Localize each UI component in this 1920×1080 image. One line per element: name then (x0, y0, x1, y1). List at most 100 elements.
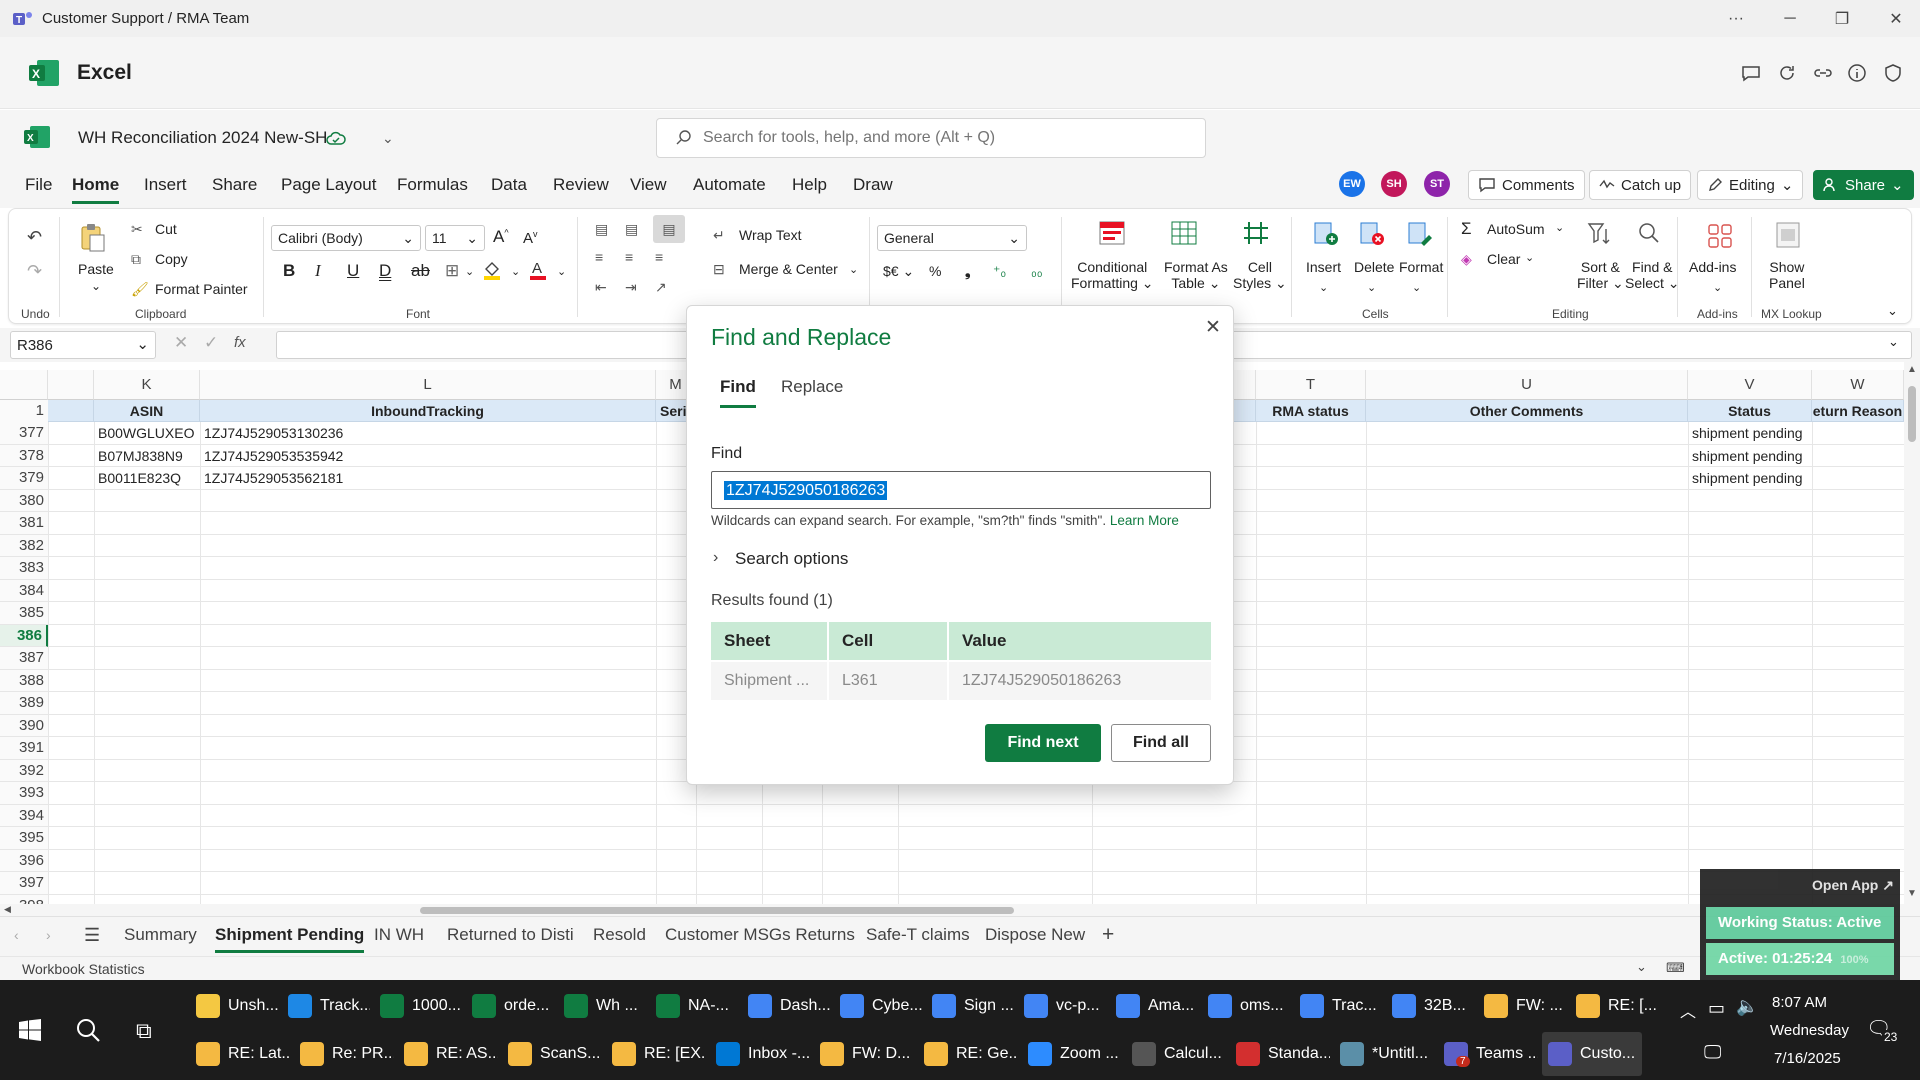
chevron-right-icon[interactable]: › (713, 549, 718, 567)
chevron-down-icon[interactable]: ⌄ (91, 279, 101, 293)
conditional-formatting-button[interactable]: Conditional Formatting ⌄ (1071, 259, 1154, 292)
cancel-icon[interactable]: ✕ (174, 333, 188, 353)
search-box[interactable] (656, 118, 1206, 158)
more-options-icon[interactable]: ··· (1714, 0, 1758, 37)
all-sheets-menu-icon[interactable]: ☰ (84, 925, 100, 946)
sheet-tab-resold[interactable]: Resold (593, 925, 646, 950)
chat-icon[interactable] (1740, 62, 1764, 86)
decrease-indent-icon[interactable]: ⇤ (595, 279, 607, 296)
strikethrough-icon[interactable]: ab (411, 261, 430, 281)
clock-date[interactable]: 7/16/2025 (1774, 1050, 1841, 1067)
row-header[interactable]: 398 (0, 894, 48, 904)
result-value[interactable]: 1ZJ74J529050186263 (949, 662, 1211, 700)
row-header[interactable]: 386 (0, 624, 48, 647)
search-input[interactable] (703, 129, 1183, 147)
row-header[interactable]: 380 (0, 489, 48, 512)
row-header[interactable]: 388 (0, 669, 48, 692)
chevron-down-icon[interactable]: ⌄ (1636, 959, 1647, 975)
tab-share[interactable]: Share (212, 175, 257, 201)
search-taskbar-icon[interactable] (74, 1016, 102, 1044)
taskbar-item[interactable]: Inbox -... (710, 1032, 810, 1076)
format-cells-button[interactable]: Format (1399, 259, 1443, 275)
column-header-v[interactable]: V (1688, 370, 1812, 400)
next-sheet-icon[interactable]: › (46, 927, 51, 943)
show-panel-button[interactable]: Show Panel (1769, 259, 1805, 291)
cell-status[interactable]: shipment pending (1688, 467, 1812, 489)
font-size-select[interactable]: 11 ⌄ (425, 225, 485, 251)
number-format-select[interactable]: General ⌄ (877, 225, 1027, 251)
tab-insert[interactable]: Insert (144, 175, 187, 201)
undo-icon[interactable]: ↶ (27, 227, 42, 248)
header-cell-asin[interactable]: ASIN (94, 400, 200, 422)
cell-asin[interactable]: B07MJ838N9 (94, 445, 200, 467)
tab-help[interactable]: Help (792, 175, 827, 201)
format-as-table-button[interactable]: Format As Table ⌄ (1164, 259, 1228, 292)
bold-icon[interactable]: B (283, 261, 295, 281)
sheet-tab-returned-to-disti[interactable]: Returned to Disti (447, 925, 574, 950)
taskbar-item[interactable]: NA-... (650, 984, 738, 1028)
taskbar-item[interactable]: oms... (1202, 984, 1290, 1028)
info-icon[interactable] (1846, 62, 1870, 86)
chevron-down-icon[interactable]: ⌄ (1888, 334, 1899, 350)
decrease-font-icon[interactable]: Av (523, 229, 538, 247)
taskbar-item[interactable]: RE: [... (1570, 984, 1658, 1028)
editing-mode-button[interactable]: Editing ⌄ (1697, 170, 1804, 200)
sheet-tab-safe-t-claims[interactable]: Safe-T claims (866, 925, 970, 950)
network-icon[interactable]: 🖵 (1704, 1042, 1721, 1063)
previous-sheet-icon[interactable]: ‹ (14, 927, 19, 943)
chevron-down-icon[interactable]: ⌄ (557, 265, 566, 278)
sheet-tab-dispose-new[interactable]: Dispose New (985, 925, 1085, 950)
italic-icon[interactable]: I (315, 261, 321, 281)
find-all-button[interactable]: Find all (1111, 724, 1211, 762)
result-cell[interactable]: L361 (829, 662, 947, 700)
find-input[interactable]: 1ZJ74J529050186263 (711, 471, 1211, 509)
taskbar-item[interactable]: Zoom ... (1022, 1032, 1122, 1076)
sheet-tab-in-wh[interactable]: IN WH (374, 925, 424, 950)
taskbar-item[interactable]: Standa... (1230, 1032, 1330, 1076)
wrap-text-button[interactable]: Wrap Text (739, 227, 802, 243)
comma-style-icon[interactable]: ❟ (965, 263, 971, 280)
copy-button[interactable]: Copy (155, 251, 188, 267)
increase-font-icon[interactable]: A^ (493, 227, 509, 247)
column-header-w[interactable]: W (1812, 370, 1904, 400)
taskbar-item[interactable]: RE: [EX... (606, 1032, 706, 1076)
chevron-down-icon[interactable]: ⌄ (382, 130, 394, 147)
battery-icon[interactable]: ▭ (1708, 998, 1725, 1019)
taskbar-item[interactable]: Trac... (1294, 984, 1382, 1028)
tab-data[interactable]: Data (491, 175, 527, 201)
align-right-icon[interactable]: ≡ (655, 249, 663, 265)
column-header-u[interactable]: U (1366, 370, 1688, 400)
orientation-icon[interactable]: ↗ (655, 279, 667, 296)
catch-up-button[interactable]: Catch up (1589, 170, 1692, 200)
clear-button[interactable]: Clear (1487, 251, 1520, 267)
find-select-button[interactable]: Find & Select ⌄ (1625, 259, 1680, 292)
cell-inbound-tracking[interactable]: 1ZJ74J529053562181 (200, 467, 656, 489)
increase-decimal-icon[interactable]: ⁺₀ (993, 263, 1006, 280)
header-cell-inbound-tracking[interactable]: InboundTracking (200, 400, 656, 422)
tab-page-layout[interactable]: Page Layout (281, 175, 376, 201)
find-next-button[interactable]: Find next (985, 724, 1101, 762)
tab-formulas[interactable]: Formulas (397, 175, 468, 201)
taskbar-item[interactable]: orde... (466, 984, 554, 1028)
taskbar-item[interactable]: Unsh... (190, 984, 278, 1028)
row-header[interactable]: 393 (0, 782, 48, 805)
fill-color-icon[interactable] (483, 259, 501, 281)
cell-status[interactable]: shipment pending (1688, 422, 1812, 444)
row-header[interactable]: 395 (0, 827, 48, 850)
align-middle-icon[interactable]: ▤ (625, 221, 638, 238)
chevron-down-icon[interactable]: ⌄ (1319, 281, 1328, 294)
document-name[interactable]: WH Reconciliation 2024 New-SH (78, 128, 327, 148)
horizontal-scroll-thumb[interactable] (420, 907, 1014, 914)
cell-inbound-tracking[interactable]: 1ZJ74J529053535942 (200, 445, 656, 467)
avatar[interactable]: EW (1339, 171, 1365, 197)
cut-button[interactable]: Cut (155, 221, 177, 237)
row-header[interactable]: 377 (0, 422, 48, 445)
avatar[interactable]: SH (1381, 171, 1407, 197)
taskbar-item[interactable]: FW: ... (1478, 984, 1566, 1028)
insert-cells-button[interactable]: Insert (1306, 259, 1341, 275)
row-header[interactable]: 389 (0, 692, 48, 715)
align-bottom-icon[interactable]: ▤ (653, 215, 685, 243)
taskbar-item[interactable]: Re: PR... (294, 1032, 394, 1076)
taskbar-item[interactable]: FW: D... (814, 1032, 914, 1076)
row-header[interactable]: 392 (0, 759, 48, 782)
